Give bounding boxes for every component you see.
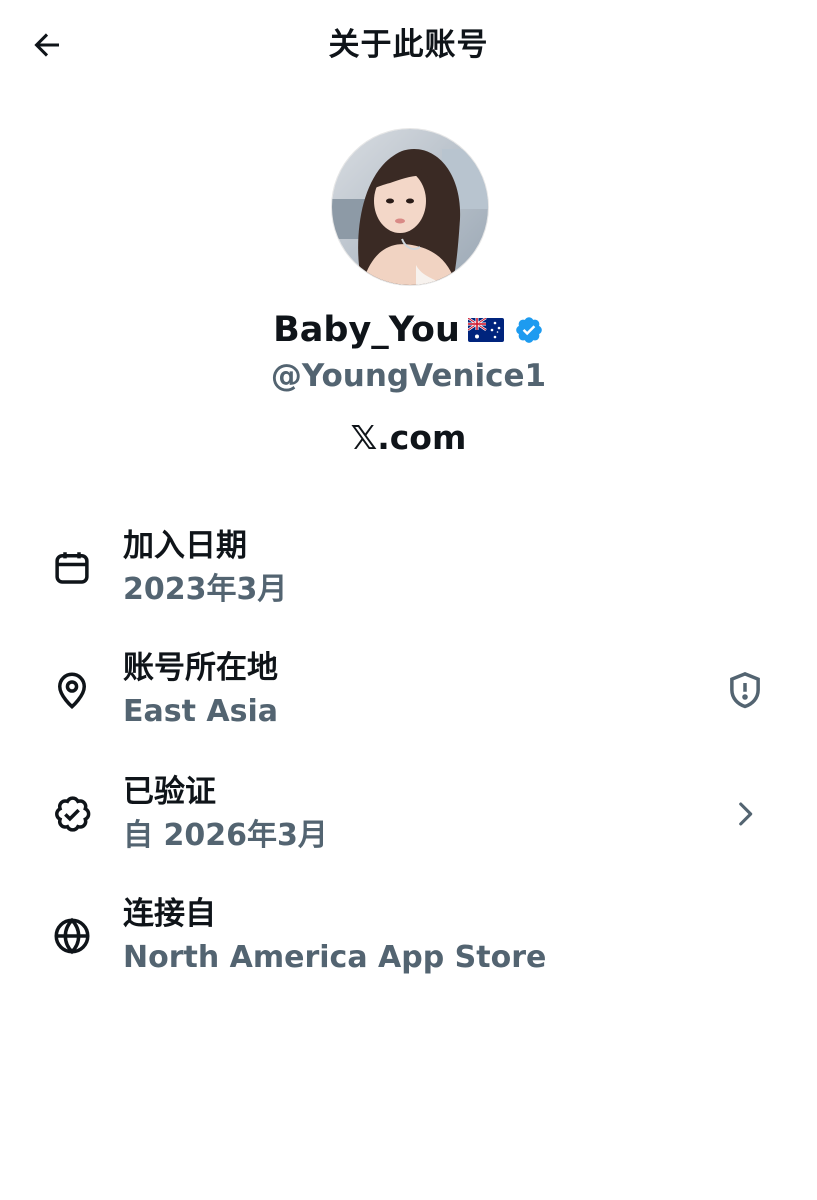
verified-label: 已验证 <box>123 774 216 810</box>
calendar-icon <box>48 544 96 592</box>
display-name-row: Baby_You <box>0 308 817 352</box>
profile-photo <box>332 129 488 285</box>
location-pin-icon <box>48 666 96 714</box>
verified-row[interactable]: 已验证 自 2026年3月 <box>0 768 817 868</box>
joined-date-label: 加入日期 <box>123 528 247 564</box>
top-bar: 关于此账号 <box>0 0 817 90</box>
verified-badge-icon[interactable] <box>514 315 544 345</box>
site-link[interactable]: 𝕏.com <box>0 416 817 460</box>
account-location-row: 账号所在地 East Asia <box>0 644 817 744</box>
globe-icon <box>48 912 96 960</box>
verified-value: 自 2026年3月 <box>123 818 328 853</box>
account-location-label: 账号所在地 <box>123 650 278 686</box>
connected-from-row: 连接自 North America App Store <box>0 890 817 990</box>
connected-from-value: North America App Store <box>123 940 547 975</box>
connected-from-label: 连接自 <box>123 896 216 932</box>
display-name: Baby_You <box>273 310 460 350</box>
chevron-right-icon[interactable] <box>721 790 769 838</box>
joined-date-value: 2023年3月 <box>123 572 288 607</box>
shield-alert-icon[interactable] <box>721 666 769 714</box>
joined-date-row: 加入日期 2023年3月 <box>0 522 817 622</box>
avatar[interactable] <box>331 128 489 286</box>
account-location-value: East Asia <box>123 694 278 729</box>
user-handle: @YoungVenice1 <box>270 358 547 394</box>
verified-check-icon <box>48 790 96 838</box>
australia-flag-icon <box>467 318 504 342</box>
page-title: 关于此账号 <box>328 27 489 63</box>
